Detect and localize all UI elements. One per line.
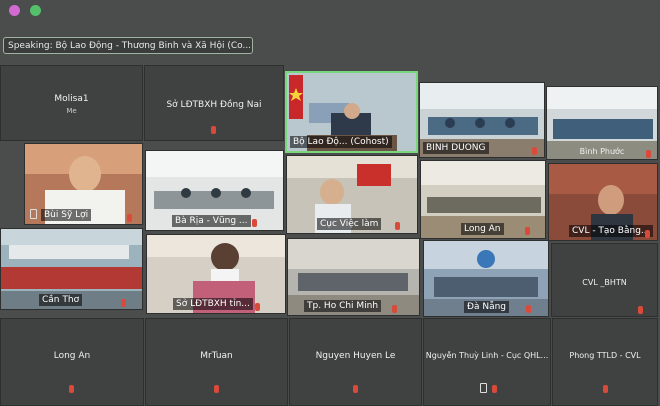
participant-name: Bình Phước xyxy=(579,147,625,156)
participant-tile-nguyenhuyenle[interactable]: Nguyen Huyen Le xyxy=(289,318,422,406)
muted-mic-icon xyxy=(395,222,400,230)
muted-mic-icon xyxy=(492,385,497,393)
participant-tile-bariavung[interactable]: Bà Rịa - Vũng ... xyxy=(145,150,284,231)
participant-name: Tp. Ho Chi Minh xyxy=(304,300,382,312)
participant-name: Cục Việc làm xyxy=(317,218,382,230)
participant-tile-soldtbxh-tinh[interactable]: Sở LĐTBXH tỉn... xyxy=(146,234,286,314)
participant-tile-cantho[interactable]: Cần Thơ xyxy=(0,228,143,310)
muted-mic-icon xyxy=(127,214,132,222)
participant-tile-cvl-taobang[interactable]: CVL - Tạo Bằng... xyxy=(548,163,658,241)
mobile-device-icon xyxy=(480,383,487,393)
participant-tile-phongttld[interactable]: Phong TTLD - CVL xyxy=(552,318,658,406)
participant-tile-thuylinh[interactable]: Nguyễn Thuỳ Linh - Cục QHL... xyxy=(423,318,551,406)
participant-name: Phong TTLD - CVL xyxy=(569,351,641,360)
muted-mic-icon xyxy=(255,303,260,311)
participant-name: Long An xyxy=(53,351,91,361)
participant-name: BINH DUONG xyxy=(423,142,489,154)
muted-mic-icon xyxy=(646,150,651,158)
participant-name: Bộ Lao Độ... (Cohost) xyxy=(290,136,392,148)
muted-mic-icon xyxy=(526,305,531,313)
signal-icon[interactable] xyxy=(30,5,41,16)
muted-mic-icon xyxy=(353,385,358,393)
participant-tile-hcm[interactable]: Tp. Ho Chi Minh xyxy=(287,238,420,316)
participant-tile-bolaodong[interactable]: Bộ Lao Độ... (Cohost) xyxy=(285,71,418,153)
muted-mic-icon xyxy=(252,219,257,227)
participant-name: CVL - Tạo Bằng... xyxy=(569,225,653,237)
participant-tile-dongnai[interactable]: Sở LĐTBXH Đồng Nai xyxy=(144,65,284,141)
muted-mic-icon xyxy=(211,126,216,134)
participant-name: MrTuan xyxy=(200,351,233,361)
participant-name: Bà Rịa - Vũng ... xyxy=(172,215,251,227)
participant-tile-buisyloi[interactable]: Bùi Sỹ Lợi xyxy=(24,143,143,225)
participant-tile-cucvieclam[interactable]: Cục Việc làm xyxy=(286,155,418,234)
muted-mic-icon xyxy=(603,385,608,393)
participant-name: Sở LĐTBXH Đồng Nai xyxy=(166,100,262,110)
muted-mic-icon xyxy=(214,385,219,393)
participant-tile-mrtuan[interactable]: MrTuan xyxy=(145,318,288,406)
participant-tile-molisa1[interactable]: Molisa1 Me xyxy=(0,65,143,141)
muted-mic-icon xyxy=(645,230,650,238)
speaking-indicator: Speaking: Bộ Lao Động - Thương Binh và X… xyxy=(3,37,253,54)
participant-name: Nguyễn Thuỳ Linh - Cục QHL... xyxy=(425,351,549,360)
muted-mic-icon xyxy=(525,227,530,235)
participant-name: Nguyen Huyen Le xyxy=(315,351,396,361)
participant-tile-danang[interactable]: Đà Nẵng xyxy=(423,240,549,317)
participant-tile-cvl-bhtn[interactable]: CVL _BHTN xyxy=(551,243,658,317)
participant-name: Sở LĐTBXH tỉn... xyxy=(173,298,253,310)
participant-name: Cần Thơ xyxy=(39,294,83,306)
muted-mic-icon xyxy=(121,299,126,307)
muted-mic-icon xyxy=(532,147,537,155)
participant-tile-binhphuoc[interactable]: Bình Phước xyxy=(546,86,658,160)
muted-mic-icon xyxy=(392,305,397,313)
mobile-device-icon xyxy=(30,209,37,219)
participant-name: Molisa1 xyxy=(54,94,89,104)
participant-tile-binhduong[interactable]: BINH DUONG xyxy=(419,82,545,158)
muted-mic-icon xyxy=(638,306,643,314)
top-toolbar xyxy=(0,0,660,24)
participant-name: CVL _BHTN xyxy=(582,278,627,287)
muted-mic-icon xyxy=(69,385,74,393)
participant-name: Bùi Sỹ Lợi xyxy=(41,209,92,221)
participant-name: Đà Nẵng xyxy=(464,301,510,313)
record-indicator-icon[interactable] xyxy=(9,5,20,16)
participant-tile-longan-video[interactable]: Long An xyxy=(420,160,546,239)
participant-me-label: Me xyxy=(66,107,77,115)
participant-tile-longan[interactable]: Long An xyxy=(0,318,144,406)
participant-name: Long An xyxy=(461,223,504,235)
